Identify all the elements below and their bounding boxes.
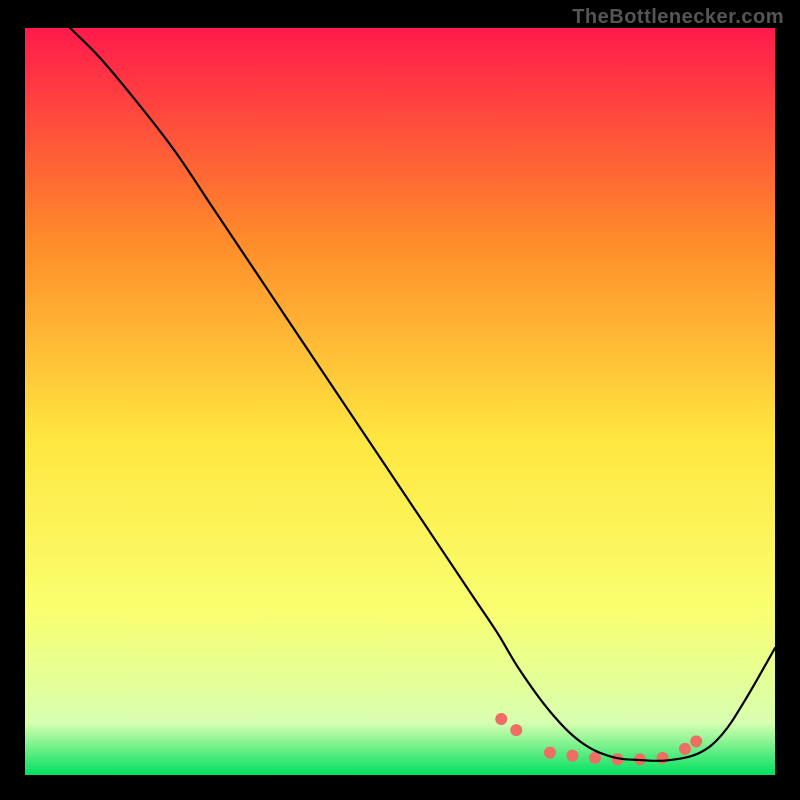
highlight-dot [544,747,556,759]
highlight-dot [589,752,601,764]
highlight-dot [567,750,579,762]
highlight-dot [657,752,669,764]
chart-svg [25,28,775,775]
highlight-dot [690,735,702,747]
highlight-dot [679,743,691,755]
watermark-text: TheBottlenecker.com [572,6,784,29]
highlight-dot [495,713,507,725]
highlight-dot [510,724,522,736]
gradient-background [25,28,775,775]
chart-frame: TheBottlenecker.com [0,0,800,800]
plot-area [25,28,775,775]
